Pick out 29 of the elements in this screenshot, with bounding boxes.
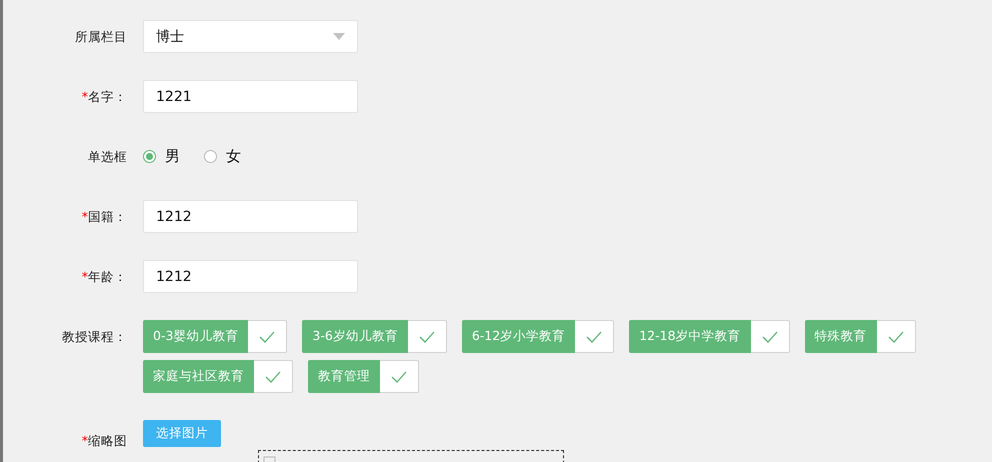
course-checkbox[interactable]: 教育管理	[308, 360, 419, 393]
radio-option[interactable]: 女	[204, 147, 241, 166]
course-checkbox[interactable]: 3-6岁幼儿教育	[302, 320, 447, 353]
caret-icon	[333, 33, 345, 40]
field-label: *年龄：	[80, 268, 127, 286]
check-icon	[265, 370, 281, 382]
check-icon	[888, 330, 904, 342]
check-icon	[762, 330, 778, 342]
field-label: 单选框	[87, 148, 127, 166]
course-checkbox[interactable]: 家庭与社区教育	[143, 360, 293, 393]
field-label: *名字：	[80, 88, 127, 106]
course-checkbox[interactable]: 特殊教育	[804, 320, 916, 353]
category-select[interactable]: 博士	[143, 20, 358, 53]
check-icon	[586, 330, 602, 342]
field-label: 所属栏目	[74, 28, 127, 46]
course-checkbox[interactable]: 6-12岁小学教育	[462, 320, 614, 353]
field-label: *缩略图	[80, 432, 127, 450]
course-checkbox[interactable]: 12-18岁中学教育	[629, 320, 790, 353]
radio-option[interactable]: 男	[143, 147, 180, 166]
check-icon	[418, 330, 435, 342]
check-icon	[391, 370, 407, 382]
choose-image-button[interactable]: 选择图片	[143, 420, 221, 447]
field-label: *国籍：	[80, 208, 127, 226]
check-icon	[259, 330, 276, 342]
course-checkbox[interactable]: 0-3婴幼儿教育	[143, 320, 288, 353]
input-field[interactable]: 1221	[143, 80, 358, 113]
field-label: 教授课程：	[61, 328, 127, 346]
input-field[interactable]: 1212	[143, 260, 358, 293]
input-field[interactable]: 1212	[143, 200, 358, 233]
